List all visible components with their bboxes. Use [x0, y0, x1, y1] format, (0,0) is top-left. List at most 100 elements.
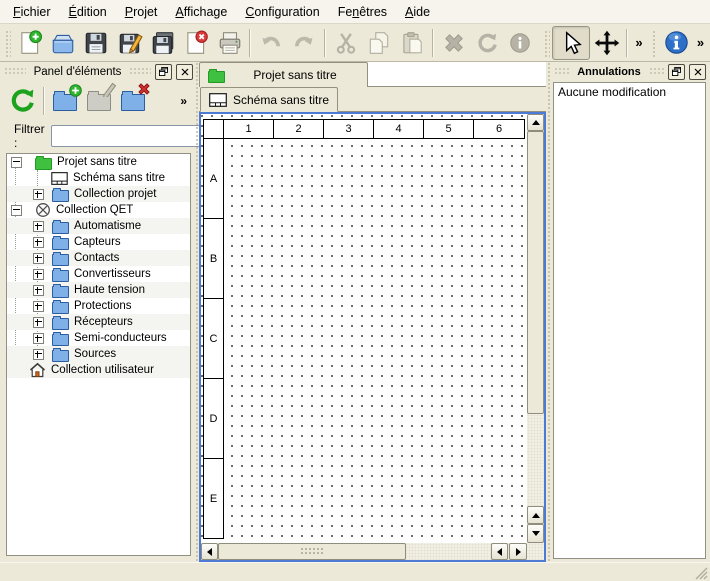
schema-sheet-icon [209, 93, 227, 107]
help-info-button[interactable] [659, 26, 692, 60]
undo-history-list[interactable]: Aucune modification [553, 82, 706, 559]
open-file-button[interactable] [46, 26, 79, 60]
undo-panel-titlebar[interactable]: Annulations [552, 62, 708, 81]
save-as-button[interactable] [113, 26, 146, 60]
tab-projet-sans-titre[interactable]: Projet sans titre [199, 62, 368, 87]
element-info-button[interactable] [504, 26, 537, 60]
toolbar-overflow-button[interactable]: » [693, 28, 708, 58]
tree-item-projet[interactable]: Projet sans titre [7, 154, 190, 170]
expand-expander[interactable] [33, 237, 44, 248]
horizontal-scroll-thumb[interactable] [218, 543, 406, 560]
grid-column-header: 2 [273, 119, 324, 139]
scroll-up-button-2[interactable] [527, 506, 544, 524]
save-all-button[interactable] [146, 26, 179, 60]
collapse-expander[interactable] [11, 205, 22, 216]
close-file-button[interactable] [180, 26, 213, 60]
left-arrow-icon [207, 548, 212, 556]
save-button[interactable] [80, 26, 113, 60]
toolbar-drag-handle[interactable] [543, 29, 550, 57]
tree-item-contacts[interactable]: Contacts [7, 250, 190, 266]
scroll-left-button[interactable] [201, 543, 218, 560]
plus-badge-icon [69, 84, 82, 97]
menu-affichage[interactable]: Affichage [166, 0, 236, 23]
tab-schema-sans-titre[interactable]: Schéma sans titre [200, 87, 338, 112]
grid-column-header: 4 [373, 119, 424, 139]
diagram-canvas[interactable]: 1 2 3 4 5 6 A B C D E [201, 114, 527, 543]
grid-column-header: 1 [223, 119, 274, 139]
toolbar-drag-handle[interactable] [651, 29, 658, 57]
cursor-arrow-icon [558, 30, 584, 56]
scroll-right-button[interactable] [509, 543, 527, 560]
titlebar-texture [4, 67, 26, 76]
toolbar-overflow-button[interactable]: » [631, 28, 646, 58]
grid-row-header: B [203, 218, 224, 299]
tree-item-haute-tension[interactable]: Haute tension [7, 282, 190, 298]
pan-mode-button[interactable] [590, 26, 623, 60]
vertical-scrollbar[interactable] [527, 114, 544, 543]
elements-tree: Projet sans titre Schéma sans titre Coll… [6, 153, 191, 556]
toolbar-separator [432, 29, 434, 57]
tree-item-semi-conducteurs[interactable]: Semi-conducteurs [7, 330, 190, 346]
new-file-button[interactable] [13, 26, 46, 60]
expand-expander[interactable] [33, 221, 44, 232]
titlebar-texture [554, 67, 569, 76]
tree-item-collection-qet[interactable]: Collection QET [7, 202, 190, 218]
filter-input[interactable] [51, 125, 214, 147]
panel-toolbar-separator [43, 87, 45, 115]
expand-expander[interactable] [33, 317, 44, 328]
select-mode-button[interactable] [552, 26, 590, 60]
delete-category-button[interactable] [116, 85, 150, 117]
float-panel-button[interactable] [155, 64, 172, 80]
tree-item-schema[interactable]: Schéma sans titre [7, 170, 190, 186]
expand-expander[interactable] [33, 301, 44, 312]
expand-expander[interactable] [33, 269, 44, 280]
expand-expander[interactable] [33, 285, 44, 296]
rotate-button[interactable] [470, 26, 503, 60]
float-panel-button[interactable] [668, 64, 685, 80]
copy-icon [366, 30, 392, 56]
blue-folder-icon [52, 190, 69, 202]
close-panel-button[interactable] [689, 64, 706, 80]
close-panel-button[interactable] [176, 64, 193, 80]
tree-item-collection-utilisateur[interactable]: Collection utilisateur [7, 362, 190, 378]
vertical-scroll-thumb[interactable] [527, 131, 544, 414]
menu-fichier[interactable]: Fichier [4, 0, 60, 23]
tree-item-recepteurs[interactable]: Récepteurs [7, 314, 190, 330]
edit-category-button[interactable] [82, 85, 116, 117]
menu-configuration[interactable]: Configuration [236, 0, 328, 23]
menu-fenetres[interactable]: Fenêtres [329, 0, 396, 23]
expand-expander[interactable] [33, 253, 44, 264]
menu-projet[interactable]: Projet [116, 0, 167, 23]
resize-grip[interactable] [695, 567, 708, 580]
tree-item-capteurs[interactable]: Capteurs [7, 234, 190, 250]
tree-item-sources[interactable]: Sources [7, 346, 190, 362]
scroll-down-button[interactable] [527, 524, 544, 543]
new-category-button[interactable] [48, 85, 82, 117]
reload-collections-button[interactable] [6, 85, 40, 117]
expand-expander[interactable] [33, 333, 44, 344]
scroll-up-button[interactable] [527, 114, 544, 131]
redo-button[interactable] [288, 26, 321, 60]
titlebar-texture [129, 67, 151, 76]
horizontal-scrollbar[interactable] [201, 543, 544, 560]
scroll-left-button-2[interactable] [491, 543, 508, 560]
cut-button[interactable] [329, 26, 362, 60]
collapse-expander[interactable] [11, 157, 22, 168]
menu-edition[interactable]: Édition [60, 0, 116, 23]
tree-item-automatisme[interactable]: Automatisme [7, 218, 190, 234]
tree-item-convertisseurs[interactable]: Convertisseurs [7, 266, 190, 282]
paste-button[interactable] [396, 26, 429, 60]
tree-item-collection-projet[interactable]: Collection projet [7, 186, 190, 202]
copy-button[interactable] [362, 26, 395, 60]
tree-item-protections[interactable]: Protections [7, 298, 190, 314]
undo-list-item[interactable]: Aucune modification [554, 83, 705, 101]
elements-panel-titlebar[interactable]: Panel d'éléments [2, 62, 195, 81]
toolbar-drag-handle[interactable] [4, 29, 11, 57]
panel-overflow-button[interactable]: » [176, 86, 191, 116]
expand-expander[interactable] [33, 349, 44, 360]
delete-button[interactable] [437, 26, 470, 60]
expand-expander[interactable] [33, 189, 44, 200]
print-button[interactable] [213, 26, 246, 60]
menu-aide[interactable]: Aide [396, 0, 439, 23]
undo-button[interactable] [254, 26, 287, 60]
